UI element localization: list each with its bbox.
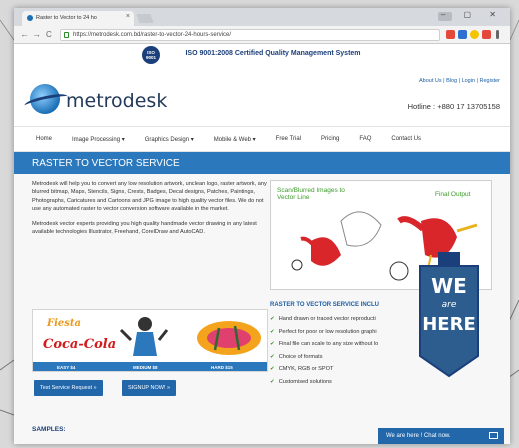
menu-icon[interactable] <box>496 30 499 39</box>
check-icon: ✔ <box>270 378 275 385</box>
tab-close-icon[interactable]: × <box>126 13 130 20</box>
reload-icon[interactable]: C <box>46 30 52 39</box>
list-item: ✔ Customised solutions <box>270 378 332 385</box>
ribbon-text-are: are <box>441 300 457 310</box>
nav-item-faq[interactable]: FAQ <box>359 136 371 142</box>
lock-icon <box>64 32 69 38</box>
extension-icon[interactable] <box>482 30 491 39</box>
new-tab-button[interactable] <box>136 14 154 23</box>
iso-badge-icon: ISO 9001 <box>142 46 160 64</box>
sample-logos-illustration: Fiesta Coca-Cola <box>43 317 261 356</box>
top-links[interactable]: About Us | Blog | Login | Register <box>419 78 500 84</box>
signup-now-button[interactable]: SIGNUP NOW! » <box>122 380 177 396</box>
experts-paragraph: Metrodesk vector experts providing you h… <box>32 220 257 236</box>
check-icon: ✔ <box>270 341 275 347</box>
browser-toolbar: ← → C https://metrodesk.com.bd/raster-to… <box>14 26 510 44</box>
nav-item-contact[interactable]: Contact Us <box>391 136 421 142</box>
samples-heading: SAMPLES: <box>32 426 66 433</box>
test-service-request-button[interactable]: Test Service Request » <box>34 380 103 396</box>
check-icon: ✔ <box>270 366 275 372</box>
nav-item-home[interactable]: Home <box>36 136 52 142</box>
check-icon: ✔ <box>270 328 275 335</box>
hotline: Hotline : +880 17 13705158 <box>407 102 500 111</box>
brand-name[interactable]: metrodesk <box>66 90 167 112</box>
chat-now-bar[interactable]: We are here ! Chat now. <box>378 428 504 444</box>
fiesta-logo: Fiesta <box>46 318 81 329</box>
check-icon: ✔ <box>270 316 275 322</box>
tab-title: Raster to Vector to 24 ho <box>36 15 97 21</box>
iso-text: ISO 9001:2008 Certified Quality Manageme… <box>185 50 361 57</box>
ribbon-text-we: WE <box>431 274 467 298</box>
nav-item-mobile-web[interactable]: Mobile & Web ▾ <box>214 136 256 143</box>
sample-label-hard: HARD $15 <box>211 365 233 370</box>
extension-icon[interactable] <box>446 30 455 39</box>
tab-favicon-icon <box>27 15 33 21</box>
window-controls[interactable]: – ▢ ✕ <box>441 10 504 19</box>
browser-window: Raster to Vector to 24 ho × – ▢ ✕ ← → C … <box>14 8 510 444</box>
nav-item-image-processing[interactable]: Image Processing ▾ <box>72 136 125 143</box>
chat-label: We are here ! Chat now. <box>386 433 451 439</box>
intro-paragraph: Metrodesk will help you to convert any l… <box>32 181 267 213</box>
sample-label-easy: EASY $4 <box>57 365 76 370</box>
page-viewport: ISO 9001 ISO 9001:2008 Certified Quality… <box>14 44 510 444</box>
sample-labels-strip: EASY $4 MEDIUM $8 HARD $15 <box>33 362 267 371</box>
check-icon: ✔ <box>270 353 275 360</box>
sample-label-medium: MEDIUM $8 <box>133 365 158 370</box>
iso-banner: ISO 9001 ISO 9001:2008 Certified Quality… <box>14 44 510 66</box>
ribbon-text-here: HERE <box>422 314 476 335</box>
nav-item-free-trial[interactable]: Free Trial <box>276 136 301 142</box>
nav-item-pricing[interactable]: Pricing <box>321 136 339 142</box>
chat-expand-icon[interactable] <box>489 432 498 439</box>
back-icon[interactable]: ← <box>20 29 29 39</box>
forward-icon[interactable]: → <box>32 29 41 39</box>
nav-item-graphics-design[interactable]: Graphics Design ▾ <box>145 136 194 143</box>
coca-cola-logo: Coca-Cola <box>43 337 116 352</box>
page-title: RASTER TO VECTOR SERVICE <box>14 152 510 174</box>
extension-icon[interactable] <box>458 30 467 39</box>
we-are-here-ribbon[interactable]: WE are HERE <box>418 252 480 378</box>
bookmark-star-icon[interactable] <box>470 30 479 39</box>
left-column: Metrodesk will help you to convert any l… <box>32 180 268 242</box>
url-text: https://metrodesk.com.bd/raster-to-vecto… <box>73 32 232 38</box>
site-header: metrodesk About Us | Blog | Login | Regi… <box>14 66 510 126</box>
main-navigation: Home Image Processing ▾ Graphics Design … <box>14 126 510 152</box>
address-bar[interactable]: https://metrodesk.com.bd/raster-to-vecto… <box>60 29 440 41</box>
sample-logos-panel[interactable]: Fiesta Coca-Cola EASY $4 MEDIUM $8 HARD … <box>32 309 268 372</box>
title-bar: Raster to Vector to 24 ho × – ▢ ✕ <box>14 8 510 26</box>
browser-tab[interactable]: Raster to Vector to 24 ho × <box>22 11 134 26</box>
